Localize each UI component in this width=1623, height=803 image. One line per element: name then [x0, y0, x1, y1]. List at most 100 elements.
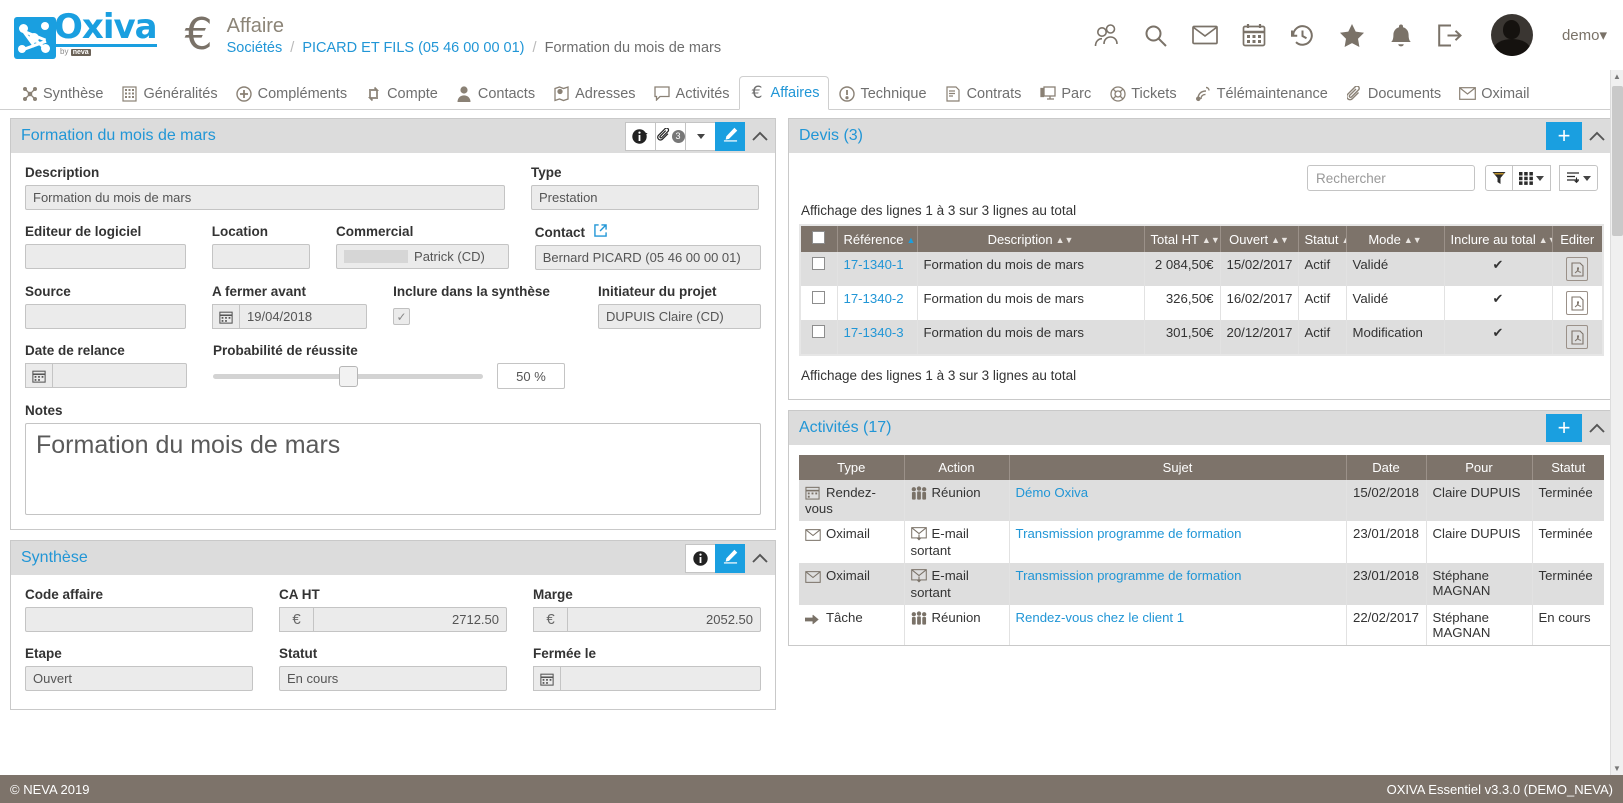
probabilite-value[interactable]: 50 %: [497, 363, 565, 389]
breadcrumb-item-company[interactable]: PICARD ET FILS (05 46 00 00 01): [302, 40, 524, 56]
devis-reference-link[interactable]: 17-1340-2: [844, 291, 904, 306]
tab-tickets[interactable]: Tickets: [1100, 78, 1185, 110]
collapse-synthese-button[interactable]: [745, 544, 775, 573]
statut-input[interactable]: En cours: [279, 666, 507, 691]
table-row[interactable]: 17-1340-1 Formation du mois de mars 2 08…: [801, 252, 1602, 286]
etape-input[interactable]: Ouvert: [25, 666, 253, 691]
fermer-avant-input[interactable]: 19/04/2018: [239, 304, 368, 329]
tab-technique[interactable]: Technique: [829, 78, 935, 110]
slider-thumb[interactable]: [339, 365, 358, 387]
tab-contacts[interactable]: Contacts: [447, 78, 544, 110]
calendar-icon[interactable]: [1240, 21, 1268, 49]
pdf-icon[interactable]: [1566, 325, 1589, 349]
info-icon[interactable]: [685, 543, 715, 573]
edit-synthese-button[interactable]: [715, 543, 745, 573]
devis-select-all-header[interactable]: [801, 226, 838, 252]
avatar[interactable]: [1490, 14, 1533, 56]
activites-col-date[interactable]: Date: [1346, 455, 1427, 480]
logout-icon[interactable]: [1436, 21, 1464, 49]
list-item[interactable]: Oximail E-mail sortant Transmission prog…: [799, 563, 1604, 605]
devis-col-ouvert[interactable]: Ouvert ▲▼: [1220, 226, 1299, 252]
tab-parc[interactable]: Parc: [1030, 78, 1100, 110]
filter-icon[interactable]: [1485, 165, 1513, 191]
devis-reference-link[interactable]: 17-1340-1: [844, 257, 904, 272]
collapse-affaire-button[interactable]: [745, 122, 775, 151]
ca-ht-input[interactable]: 2712.50: [313, 607, 507, 632]
tab-telemaintenance[interactable]: Télémaintenance: [1186, 78, 1337, 110]
search-icon[interactable]: [1142, 21, 1170, 49]
description-input[interactable]: Formation du mois de mars: [25, 185, 505, 210]
columns-icon[interactable]: [1513, 165, 1551, 191]
editeur-input[interactable]: [25, 244, 186, 269]
devis-col-statut[interactable]: Statut▲▼: [1298, 226, 1347, 252]
devis-col-reference[interactable]: Référence ▲: [837, 226, 918, 252]
edit-affaire-button[interactable]: [715, 121, 745, 151]
commercial-input[interactable]: Patrick (CD): [336, 244, 509, 269]
devis-search-input[interactable]: Rechercher: [1307, 165, 1475, 191]
tab-complements[interactable]: Compléments: [227, 78, 356, 110]
calendar-icon[interactable]: [25, 363, 52, 388]
info-icon[interactable]: w: [625, 121, 655, 151]
attachments-button[interactable]: 3: [655, 121, 685, 151]
contact-input[interactable]: Bernard PICARD (05 46 00 00 01): [534, 245, 761, 270]
scrollbar-thumb[interactable]: [1612, 86, 1623, 236]
probabilite-slider[interactable]: [213, 365, 483, 387]
users-icon[interactable]: [1093, 21, 1121, 49]
tab-generalites[interactable]: Généralités: [112, 78, 226, 110]
activites-col-pour[interactable]: Pour: [1426, 455, 1533, 480]
caret-down-icon[interactable]: [685, 121, 715, 151]
tab-contrats[interactable]: Contrats: [936, 78, 1031, 110]
calendar-icon[interactable]: [533, 666, 560, 691]
scroll-up-icon[interactable]: ▲: [1613, 72, 1621, 81]
collapse-activites-button[interactable]: [1582, 414, 1612, 443]
tab-adresses[interactable]: Adresses: [544, 78, 644, 110]
select-all-checkbox[interactable]: [812, 231, 826, 244]
tab-compte[interactable]: Compte: [356, 78, 447, 110]
devis-col-inclure[interactable]: Inclure au total▲▼: [1444, 226, 1553, 252]
page-scrollbar[interactable]: ▲ ▼: [1610, 70, 1623, 775]
row-checkbox[interactable]: [812, 291, 826, 304]
collapse-devis-button[interactable]: [1582, 122, 1612, 151]
devis-col-total[interactable]: Total HT ▲▼: [1144, 226, 1221, 252]
devis-col-mode[interactable]: Mode ▲▼: [1346, 226, 1445, 252]
list-item[interactable]: Rendez-vous Réunion Démo Oxiva 15/02/201…: [799, 480, 1604, 521]
mail-icon[interactable]: [1191, 21, 1219, 49]
code-affaire-input[interactable]: [25, 607, 253, 632]
pdf-icon[interactable]: [1566, 291, 1589, 315]
list-item[interactable]: Oximail E-mail sortant Transmission prog…: [799, 521, 1604, 563]
marge-input[interactable]: 2052.50: [567, 607, 761, 632]
bell-icon[interactable]: [1387, 21, 1415, 49]
table-row[interactable]: 17-1340-3 Formation du mois de mars 301,…: [801, 320, 1602, 354]
export-icon[interactable]: [1559, 165, 1598, 191]
scroll-down-icon[interactable]: ▼: [1613, 764, 1621, 773]
activite-sujet-link[interactable]: Démo Oxiva: [1016, 485, 1089, 500]
fermee-le-input[interactable]: [560, 666, 761, 691]
star-icon[interactable]: [1338, 21, 1366, 49]
tab-documents[interactable]: Documents: [1337, 78, 1450, 110]
activites-col-statut[interactable]: Statut: [1532, 455, 1604, 480]
user-menu[interactable]: demo▾: [1562, 26, 1607, 44]
source-input[interactable]: [25, 304, 187, 329]
notes-textarea[interactable]: Formation du mois de mars: [25, 423, 761, 515]
location-input[interactable]: [211, 244, 311, 269]
tab-synthese[interactable]: Synthèse: [12, 78, 112, 110]
tab-activites[interactable]: Activités: [645, 78, 739, 110]
row-checkbox[interactable]: [812, 257, 826, 270]
activites-col-type[interactable]: Type: [799, 455, 905, 480]
initiateur-input[interactable]: DUPUIS Claire (CD): [597, 304, 761, 329]
type-input[interactable]: Prestation: [531, 185, 759, 210]
history-icon[interactable]: [1289, 21, 1317, 49]
devis-reference-link[interactable]: 17-1340-3: [844, 325, 904, 340]
pdf-icon[interactable]: [1566, 257, 1589, 281]
devis-col-description[interactable]: Description ▲▼: [917, 226, 1145, 252]
inclure-synthese-checkbox[interactable]: ✓: [393, 308, 411, 325]
list-item[interactable]: Tâche Réunion Rendez-vous chez le client…: [799, 605, 1604, 645]
activites-col-sujet[interactable]: Sujet: [1009, 455, 1347, 480]
row-checkbox[interactable]: [812, 325, 826, 338]
date-relance-input[interactable]: [52, 363, 187, 388]
calendar-icon[interactable]: [212, 304, 240, 329]
add-devis-button[interactable]: +: [1546, 122, 1582, 150]
activite-sujet-link[interactable]: Transmission programme de formation: [1016, 526, 1242, 541]
external-link-icon[interactable]: [593, 224, 607, 240]
logo[interactable]: Oxiva by neva: [14, 10, 158, 60]
